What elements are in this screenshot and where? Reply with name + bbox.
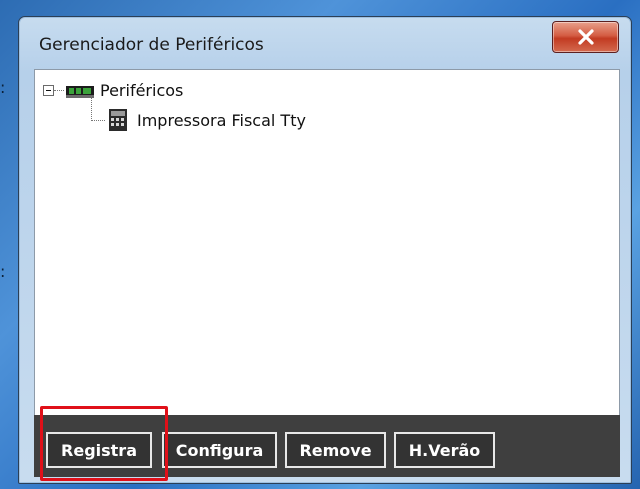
tree-node-root-label: Periféricos <box>100 81 184 100</box>
title-bar[interactable]: Gerenciador de Periféricos <box>19 17 631 67</box>
printer-icon <box>109 109 127 131</box>
close-button[interactable] <box>552 21 619 53</box>
tree-connector <box>54 90 64 91</box>
peripheral-tree-panel: Periféricos Impressora Fiscal Tty <box>34 69 620 416</box>
tree-node-root[interactable]: Periféricos <box>43 81 183 100</box>
tree-collapse-icon[interactable] <box>43 85 54 96</box>
tree-connector <box>91 119 105 121</box>
window-title: Gerenciador de Periféricos <box>39 35 264 55</box>
desktop-edge-glyph: : <box>0 78 6 97</box>
tree-node-printer[interactable]: Impressora Fiscal Tty <box>91 108 306 132</box>
desktop-edge-glyph: : <box>0 262 6 281</box>
configura-button[interactable]: Configura <box>162 432 277 468</box>
hverao-button[interactable]: H.Verão <box>394 432 495 468</box>
registra-highlight-box <box>40 406 168 481</box>
tree-node-printer-label: Impressora Fiscal Tty <box>137 110 306 130</box>
board-icon <box>66 85 94 98</box>
remove-button[interactable]: Remove <box>285 432 386 468</box>
close-icon <box>577 29 594 45</box>
